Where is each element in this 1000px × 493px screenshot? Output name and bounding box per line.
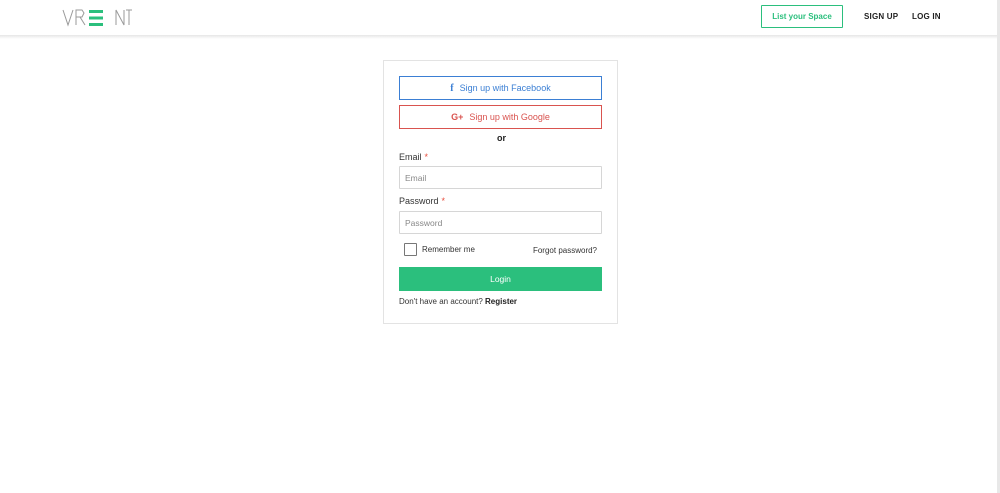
password-required-mark: * [441, 196, 446, 206]
facebook-signup-button[interactable]: f Sign up with Facebook [399, 76, 602, 100]
nav-login-link[interactable]: LOG IN [912, 12, 941, 21]
login-button[interactable]: Login [399, 267, 602, 291]
facebook-f-icon: f [450, 82, 454, 94]
password-label-text: Password [399, 196, 439, 206]
email-label: Email * [399, 152, 428, 162]
header-shadow [0, 35, 1000, 39]
password-field[interactable] [399, 211, 602, 234]
email-label-text: Email [399, 152, 422, 162]
remember-me-label: Remember me [422, 245, 475, 254]
email-required-mark: * [424, 152, 429, 162]
list-your-space-button[interactable]: List your Space [761, 5, 843, 28]
no-account-text: Don't have an account? [399, 297, 486, 306]
nav-signup-link[interactable]: SIGN UP [864, 12, 898, 21]
google-plus-icon: G+ [451, 112, 464, 122]
login-card: f Sign up with Facebook G+ Sign up with … [383, 60, 618, 324]
forgot-password-link[interactable]: Forgot password? [533, 246, 597, 255]
google-signup-label: Sign up with Google [469, 112, 550, 122]
facebook-signup-label: Sign up with Facebook [459, 83, 551, 93]
password-label: Password * [399, 196, 445, 206]
register-link[interactable]: Register [485, 297, 517, 306]
remember-me-control[interactable]: Remember me [404, 243, 475, 256]
remember-me-checkbox[interactable] [404, 243, 417, 256]
vrent-logo[interactable] [62, 8, 132, 28]
google-signup-button[interactable]: G+ Sign up with Google [399, 105, 602, 129]
top-navigation-bar: List your Space SIGN UP LOG IN [0, 0, 1000, 35]
register-prompt: Don't have an account? Register [399, 297, 517, 306]
or-separator: or [497, 133, 506, 143]
email-field[interactable] [399, 166, 602, 189]
logo-icon [62, 9, 132, 27]
